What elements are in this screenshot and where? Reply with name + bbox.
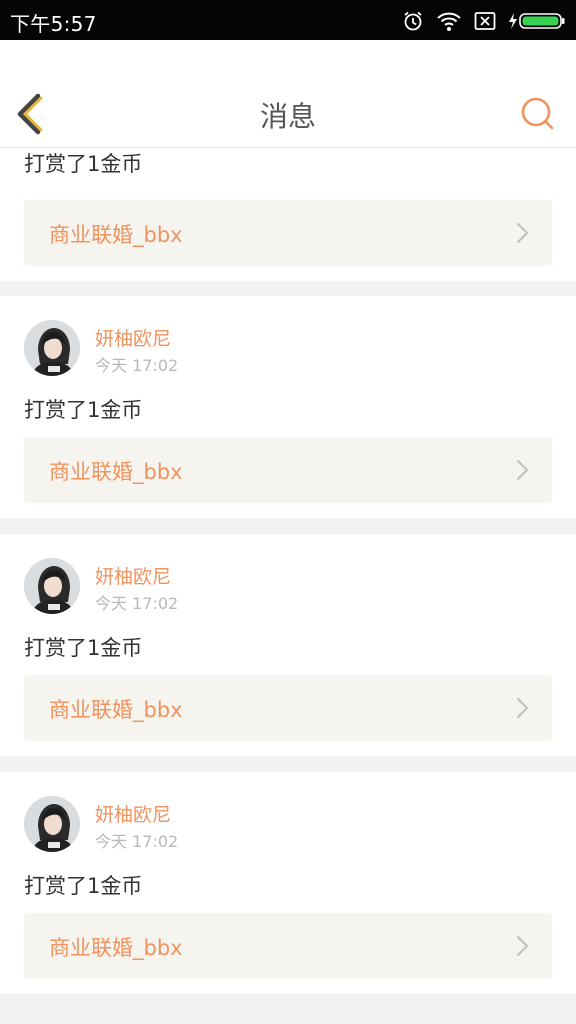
post-link-label: 商业联婚_bbx <box>49 698 183 722</box>
post-link-label: 商业联婚_bbx <box>49 460 183 484</box>
page-title: 消息 <box>259 100 316 133</box>
message-text: 打赏了1金币 <box>24 398 143 422</box>
search-button[interactable] <box>518 95 558 131</box>
status-time: 下午5:57 <box>10 12 97 36</box>
post-link-label: 商业联婚_bbx <box>49 936 183 960</box>
username[interactable]: 妍柚欧尼 <box>95 562 171 589</box>
post-link[interactable]: 商业联婚_bbx <box>24 437 552 503</box>
message-card: 打赏了1金币 商业联婚_bbx <box>0 148 576 281</box>
user-avatar-image <box>24 320 80 376</box>
message-text: 打赏了1金币 <box>24 152 143 176</box>
post-link[interactable]: 商业联婚_bbx <box>24 200 552 266</box>
header: 消息 <box>0 40 576 148</box>
user-avatar-image <box>24 558 80 614</box>
avatar[interactable] <box>24 796 80 852</box>
user-avatar-image <box>24 796 80 852</box>
post-link[interactable]: 商业联婚_bbx <box>24 675 552 741</box>
message-feed[interactable]: 打赏了1金币 商业联婚_bbx 妍柚欧尼 今天 17:02 打赏了1金币 商业联… <box>0 148 576 1024</box>
timestamp: 今天 17:02 <box>95 832 179 851</box>
username[interactable]: 妍柚欧尼 <box>95 324 171 351</box>
search-icon <box>521 97 554 130</box>
timestamp: 今天 17:02 <box>95 594 179 613</box>
message-text: 打赏了1金币 <box>24 874 143 898</box>
battery-charging-icon <box>508 11 566 31</box>
message-card: 妍柚欧尼 今天 17:02 打赏了1金币 商业联婚_bbx <box>0 296 576 518</box>
wifi-icon <box>436 10 462 32</box>
timestamp: 今天 17:02 <box>95 356 179 375</box>
no-sim-icon <box>474 11 496 31</box>
post-link[interactable]: 商业联婚_bbx <box>24 913 552 979</box>
avatar[interactable] <box>24 558 80 614</box>
chevron-right-icon <box>516 697 529 719</box>
message-card: 妍柚欧尼 今天 17:02 打赏了1金币 商业联婚_bbx <box>0 772 576 994</box>
message-card: 妍柚欧尼 今天 17:02 打赏了1金币 商业联婚_bbx <box>0 534 576 756</box>
alarm-icon <box>402 10 424 32</box>
username[interactable]: 妍柚欧尼 <box>95 800 171 827</box>
chevron-right-icon <box>516 459 529 481</box>
post-link-label: 商业联婚_bbx <box>49 223 183 247</box>
chevron-right-icon <box>516 222 529 244</box>
chevron-right-icon <box>516 935 529 957</box>
avatar[interactable] <box>24 320 80 376</box>
status-bar: 下午5:57 <box>0 0 576 40</box>
message-text: 打赏了1金币 <box>24 636 143 660</box>
status-icons <box>402 9 566 33</box>
